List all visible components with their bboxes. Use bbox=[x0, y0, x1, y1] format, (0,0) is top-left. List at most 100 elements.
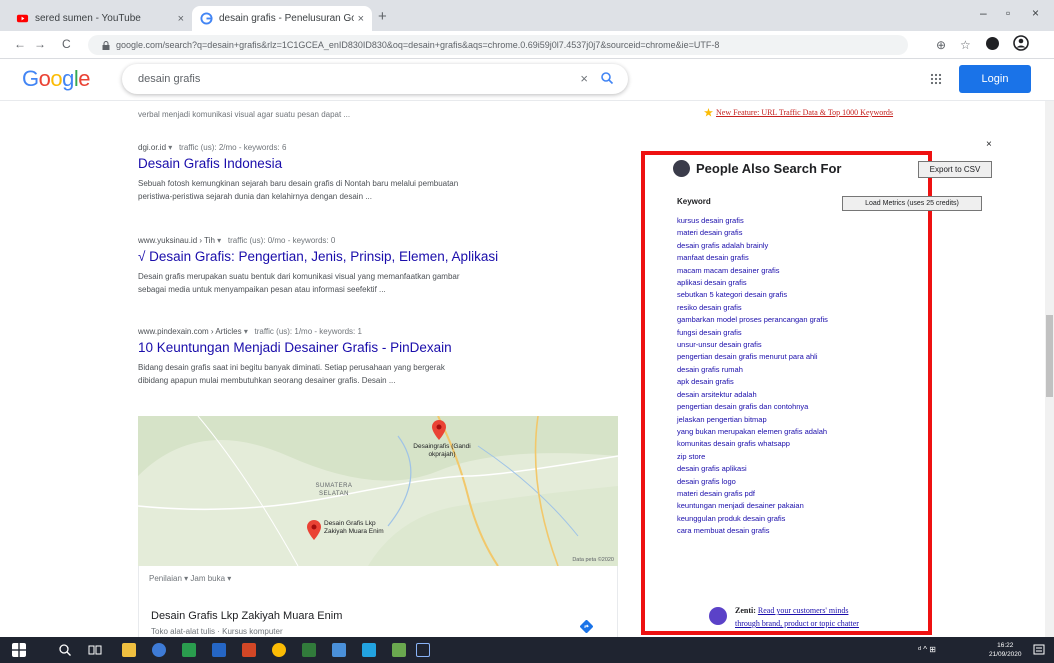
close-window-button[interactable]: × bbox=[1032, 6, 1039, 20]
keyword-link[interactable]: keunggulan produk desain grafis bbox=[677, 513, 828, 525]
account-icon[interactable] bbox=[1013, 35, 1029, 51]
search-icon[interactable] bbox=[600, 71, 614, 85]
edge-browser-icon[interactable] bbox=[152, 643, 166, 657]
search-icon[interactable] bbox=[58, 643, 72, 657]
keyword-link[interactable]: materi desain grafis pdf bbox=[677, 488, 828, 500]
apps-grid-icon[interactable] bbox=[930, 73, 942, 88]
keyword-link[interactable]: manfaat desain grafis bbox=[677, 252, 828, 264]
excel-icon[interactable] bbox=[182, 643, 196, 657]
map-place-card: Penilaian ▾ Jam buka ▾ Desain Grafis Lkp… bbox=[138, 566, 618, 640]
keyword-link[interactable]: fungsi desain grafis bbox=[677, 327, 828, 339]
new-tab-button[interactable]: + bbox=[378, 8, 387, 25]
app-icon[interactable] bbox=[302, 643, 316, 657]
close-panel-icon[interactable]: × bbox=[986, 139, 992, 150]
map-pin-icon[interactable] bbox=[307, 520, 321, 540]
lock-icon bbox=[102, 40, 110, 50]
app-icon[interactable] bbox=[416, 643, 430, 657]
app-icon[interactable] bbox=[392, 643, 406, 657]
map-filters[interactable]: Penilaian ▾ Jam buka ▾ bbox=[149, 574, 231, 583]
result-site[interactable]: www.pindexain.com › Articles bbox=[138, 327, 242, 336]
maximize-button[interactable]: ▫ bbox=[1006, 6, 1010, 20]
keyword-link[interactable]: keuntungan menjadi desainer pakaian bbox=[677, 500, 828, 512]
map-pin-label: Desain Grafis Lkp Zakiyah Muara Enim bbox=[324, 520, 384, 535]
keyword-link[interactable]: zip store bbox=[677, 451, 828, 463]
snippet-text: verbal menjadi komunikasi visual agar su… bbox=[138, 110, 351, 119]
minimize-button[interactable]: – bbox=[980, 6, 987, 20]
file-explorer-icon[interactable] bbox=[122, 643, 136, 657]
task-view-icon[interactable] bbox=[88, 643, 102, 657]
map-region-label: SUMATERA SELATAN bbox=[315, 483, 353, 497]
place-name[interactable]: Desain Grafis Lkp Zakiyah Muara Enim bbox=[151, 610, 342, 622]
keyword-link[interactable]: kursus desain grafis bbox=[677, 215, 828, 227]
keyword-link[interactable]: pengertian desain grafis menurut para ah… bbox=[677, 351, 828, 363]
keyword-link[interactable]: desain grafis rumah bbox=[677, 364, 828, 376]
keyword-link[interactable]: materi desain grafis bbox=[677, 227, 828, 239]
powerpoint-icon[interactable] bbox=[242, 643, 256, 657]
profile-avatar[interactable] bbox=[986, 37, 999, 50]
bookmark-star-icon[interactable]: ☆ bbox=[960, 38, 971, 52]
search-input[interactable]: desain grafis × bbox=[122, 64, 628, 94]
telegram-icon[interactable] bbox=[362, 643, 376, 657]
tab-youtube[interactable]: sered sumen - YouTube × bbox=[8, 6, 192, 31]
keyword-link[interactable]: desain grafis adalah brainly bbox=[677, 240, 828, 252]
result-cite: dgi.or.id ▾ traffic (us): 2/mo - keyword… bbox=[138, 143, 287, 152]
keyword-link[interactable]: aplikasi desain grafis bbox=[677, 277, 828, 289]
keyword-link[interactable]: komunitas desain grafis whatsapp bbox=[677, 438, 828, 450]
youtube-icon bbox=[16, 14, 29, 23]
keyword-link[interactable]: unsur-unsur desain grafis bbox=[677, 339, 828, 351]
reload-button[interactable]: C bbox=[62, 37, 71, 51]
windows-start-icon[interactable] bbox=[12, 643, 26, 657]
logo-letter: o bbox=[38, 66, 51, 91]
local-map[interactable]: Desaingrafis (Gandi okprajah) SUMATERA S… bbox=[138, 416, 618, 566]
footer-ad: Zenti: Read your customers' minds throug… bbox=[735, 604, 859, 630]
directions-icon[interactable] bbox=[580, 620, 593, 633]
footer-link[interactable]: Read your customers' minds bbox=[758, 606, 849, 615]
close-tab-icon[interactable]: × bbox=[358, 13, 364, 25]
map-pin-label: Desaingrafis (Gandi okprajah) bbox=[413, 443, 471, 458]
scrollbar-thumb[interactable] bbox=[1046, 315, 1053, 397]
result-site[interactable]: dgi.or.id bbox=[138, 143, 166, 152]
keyword-link[interactable]: macam macam desainer grafis bbox=[677, 265, 828, 277]
keyword-link[interactable]: desain arsitektur adalah bbox=[677, 389, 828, 401]
word-icon[interactable] bbox=[212, 643, 226, 657]
result-snippet: Bidang desain grafis saat ini begitu ban… bbox=[138, 363, 445, 385]
keyword-link[interactable]: apk desain grafis bbox=[677, 376, 828, 388]
login-button[interactable]: Login bbox=[959, 65, 1031, 93]
result-title-link[interactable]: √ Desain Grafis: Pengertian, Jenis, Prin… bbox=[138, 249, 598, 264]
keyword-column-header: Keyword bbox=[677, 197, 711, 206]
keyword-link[interactable]: desain grafis logo bbox=[677, 476, 828, 488]
result-traffic-meta: traffic (us): 1/mo - keywords: 1 bbox=[254, 327, 362, 336]
panel-header: People Also Search For bbox=[673, 160, 841, 177]
load-metrics-button[interactable]: Load Metrics (uses 25 credits) bbox=[842, 196, 982, 211]
notification-icon[interactable] bbox=[1033, 644, 1045, 656]
system-tray[interactable]: ᵈ ^ ⊞ bbox=[918, 645, 936, 654]
mail-icon[interactable] bbox=[332, 643, 346, 657]
address-bar[interactable]: google.com/search?q=desain+grafis&rlz=1C… bbox=[88, 35, 908, 55]
google-logo[interactable]: Google bbox=[22, 66, 91, 92]
keyword-link[interactable]: sebutkan 5 kategori desain grafis bbox=[677, 289, 828, 301]
keyword-link[interactable]: jelaskan pengertian bitmap bbox=[677, 414, 828, 426]
forward-button[interactable]: → bbox=[34, 37, 46, 51]
taskbar-clock[interactable]: 16:22 21/09/2020 bbox=[989, 641, 1022, 659]
back-button[interactable]: ← bbox=[14, 37, 26, 51]
logo-letter: e bbox=[78, 66, 91, 91]
keyword-link[interactable]: pengertian desain grafis dan contohnya bbox=[677, 401, 828, 413]
result-site[interactable]: www.yuksinau.id › Tih bbox=[138, 236, 215, 245]
map-pin-icon[interactable] bbox=[432, 420, 446, 440]
clear-icon[interactable]: × bbox=[580, 71, 588, 86]
promo-link[interactable]: New Feature: URL Traffic Data & Top 1000… bbox=[716, 108, 893, 117]
result-title-link[interactable]: Desain Grafis Indonesia bbox=[138, 156, 598, 171]
keyword-link[interactable]: desain grafis aplikasi bbox=[677, 463, 828, 475]
keyword-link[interactable]: cara membuat desain grafis bbox=[677, 525, 828, 537]
keyword-link[interactable]: yang bukan merupakan elemen grafis adala… bbox=[677, 426, 828, 438]
export-csv-button[interactable]: Export to CSV bbox=[918, 161, 992, 178]
keyword-link[interactable]: gambarkan model proses perancangan grafi… bbox=[677, 314, 828, 326]
tab-google-search[interactable]: desain grafis - Penelusuran Goo × bbox=[192, 6, 372, 31]
footer-link[interactable]: through brand, product or topic chatter bbox=[735, 619, 859, 628]
chrome-icon[interactable] bbox=[272, 643, 286, 657]
close-tab-icon[interactable]: × bbox=[178, 13, 184, 25]
result-cite: www.yuksinau.id › Tih ▾ traffic (us): 0/… bbox=[138, 236, 336, 245]
extension-icon[interactable]: ⊕ bbox=[936, 38, 946, 52]
result-title-link[interactable]: 10 Keuntungan Menjadi Desainer Grafis - … bbox=[138, 340, 598, 355]
keyword-link[interactable]: resiko desain grafis bbox=[677, 302, 828, 314]
